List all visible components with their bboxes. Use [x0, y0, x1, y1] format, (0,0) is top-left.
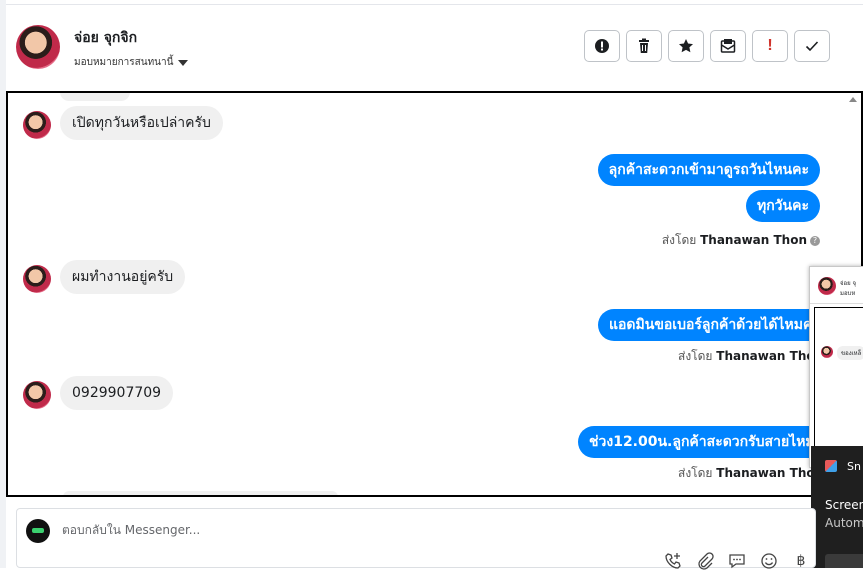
sender-name: Thanawan Thon: [716, 349, 824, 363]
page-profile-icon: [26, 519, 50, 543]
scroll-up-arrow-icon[interactable]: [849, 97, 857, 102]
checkmark-icon: [805, 41, 819, 52]
toast-app-name: Sn: [847, 460, 861, 473]
alert-circle-icon: [595, 39, 609, 53]
message-thread[interactable]: เปิดทุกวันหรือเปล่าครับ ลุกค้าสะดวกเข้าม…: [6, 91, 863, 497]
toast-body: Autom: [825, 516, 863, 530]
star-button[interactable]: [668, 30, 704, 62]
partial-message-bubble: [63, 491, 338, 495]
mark-done-button[interactable]: [794, 30, 830, 62]
mark-unread-icon: [720, 39, 736, 53]
outgoing-message: แอดมินขอเบอร์ลูกค้าด้วยได้ไหมคะ: [598, 309, 831, 341]
contact-name[interactable]: จ่อย จุกจิก: [74, 27, 137, 49]
reply-input[interactable]: [62, 523, 662, 537]
paperclip-icon[interactable]: [695, 551, 715, 571]
floating-chat-preview[interactable]: จ่อย จุ มอบห ของเหล็: [809, 266, 863, 468]
sender-avatar: [23, 381, 51, 409]
delete-button[interactable]: [626, 30, 662, 62]
partial-message-bubble: [60, 93, 130, 101]
conversation-header: จ่อย จุกจิก มอบหมายการสนทนานี้ !: [6, 5, 863, 91]
preview-sender-avatar: [821, 346, 833, 358]
emoji-icon[interactable]: [759, 551, 779, 571]
toast-title: Screen: [825, 498, 863, 512]
sent-by-label: ส่งโดย Thanawan Thon: [678, 347, 823, 366]
sender-name: Thanawan Thon: [716, 466, 824, 480]
sent-by-label: ส่งโดย Thanawan Thon: [678, 464, 823, 483]
preview-name: จ่อย จุ มอบห: [840, 278, 856, 298]
mark-spam-button[interactable]: [584, 30, 620, 62]
caret-down-icon: [178, 59, 189, 66]
sent-by-prefix: ส่งโดย: [661, 233, 697, 247]
contact-avatar[interactable]: [16, 25, 60, 69]
reply-composer: ฿: [16, 508, 816, 571]
sent-by-label: ส่งโดย Thanawan Thon?: [662, 231, 820, 250]
sender-avatar: [23, 265, 51, 293]
exclamation-icon: !: [767, 37, 773, 54]
outgoing-message: ทุกวันคะ: [745, 190, 820, 222]
sent-by-prefix: ส่งโดย: [678, 349, 713, 363]
outgoing-message: ช่วง12.00น.ลูกค้าสะดวกรับสายไหมคะ: [578, 426, 843, 458]
preview-avatar: [818, 277, 836, 295]
outgoing-message: ลุกค้าสะดวกเข้ามาดูรถวันไหนคะ: [597, 154, 820, 186]
snip-app-icon: [825, 460, 837, 472]
preview-contact-name: จ่อย จุ: [840, 280, 857, 287]
chat-bubble-icon[interactable]: [727, 551, 747, 571]
star-icon: [679, 39, 693, 53]
trash-icon: [639, 38, 649, 53]
info-icon[interactable]: ?: [810, 235, 820, 246]
preview-thread: ของเหล็: [814, 307, 863, 467]
sender-name: Thanawan Thon: [700, 233, 807, 247]
preview-header: จ่อย จุ มอบห: [810, 267, 863, 304]
preview-subtitle: มอบห: [840, 290, 856, 297]
preview-message: ของเหล็: [837, 346, 863, 360]
baht-icon[interactable]: ฿: [791, 551, 811, 571]
assign-conversation-dropdown[interactable]: มอบหมายการสนทนานี้: [74, 55, 189, 70]
incoming-message: เปิดทุกวันหรือเปล่าครับ: [60, 106, 223, 140]
incoming-message: 0929907709: [60, 376, 174, 410]
conversation-toolbar: !: [584, 30, 830, 62]
sent-by-prefix: ส่งโดย: [678, 466, 713, 480]
sender-avatar: [23, 111, 51, 139]
assign-label: มอบหมายการสนทนานี้: [74, 57, 174, 68]
toast-action-button[interactable]: [825, 554, 863, 568]
mark-unread-button[interactable]: [710, 30, 746, 62]
add-call-icon[interactable]: [663, 551, 683, 571]
flag-important-button[interactable]: !: [752, 30, 788, 62]
composer-toolbar: ฿: [663, 551, 811, 571]
screenshot-notification[interactable]: Sn Screen Autom: [811, 446, 863, 568]
incoming-message: ผมทำงานอยู่ครับ: [60, 260, 186, 294]
